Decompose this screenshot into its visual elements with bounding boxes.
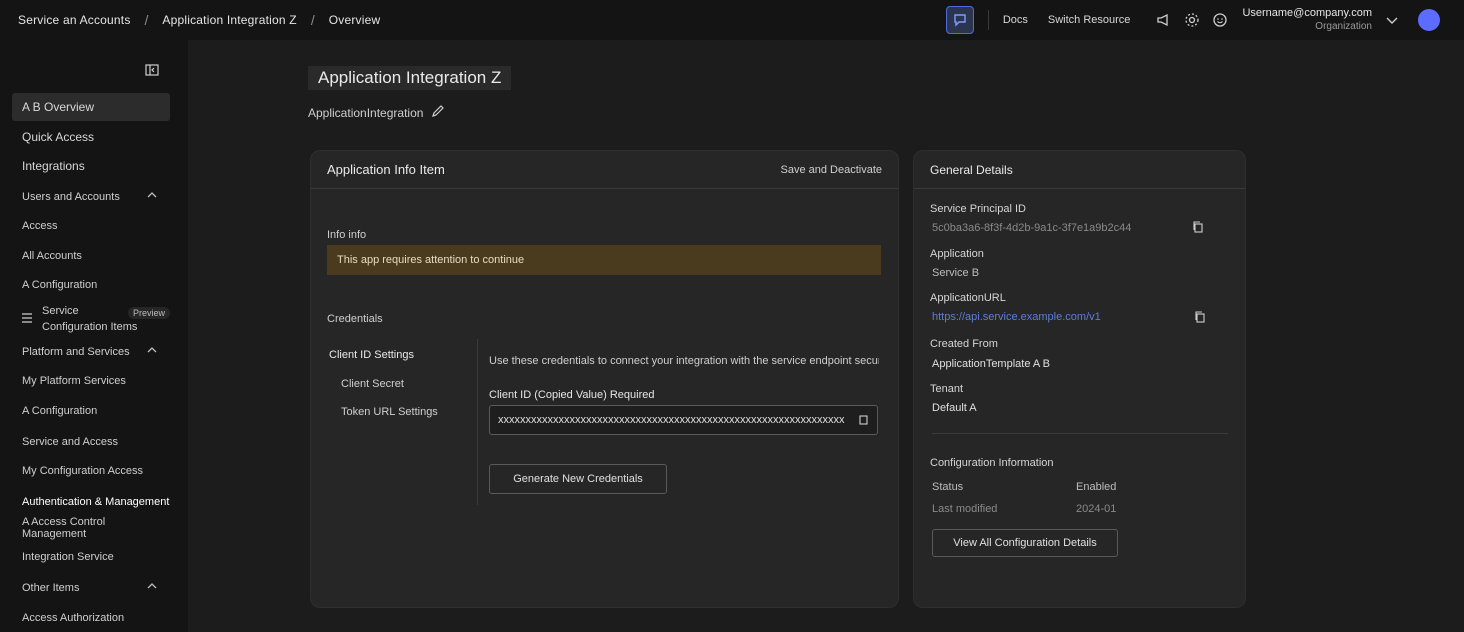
switch-resource-link[interactable]: Switch Resource (1048, 14, 1131, 26)
chevron-down-icon[interactable] (1378, 6, 1406, 34)
info-value: ApplicationTemplate A B (932, 358, 1051, 370)
view-configuration-button[interactable]: View All Configuration Details (932, 529, 1118, 557)
row-key: Status (932, 481, 964, 493)
breadcrumb-item-current: Overview (328, 13, 381, 27)
divider (932, 433, 1228, 434)
chevron-up-icon (146, 344, 158, 359)
list-icon (20, 311, 34, 328)
sidebar-item[interactable]: A Access Control Management (20, 516, 170, 540)
details-card: General Details Service Principal ID 5c0… (913, 150, 1246, 608)
chevron-up-icon (146, 580, 158, 595)
warning-banner: This app requires attention to continue (327, 245, 881, 275)
section-label: Configuration Information (930, 457, 1054, 469)
sidebar-item[interactable]: A Configuration (20, 273, 170, 297)
chevron-up-icon (146, 189, 158, 204)
label-line: Configuration Items (42, 321, 138, 333)
copy-icon[interactable] (857, 413, 869, 428)
megaphone-icon[interactable] (1150, 6, 1178, 34)
sidebar: A B Overview Quick Access Integrations U… (0, 40, 188, 632)
breadcrumb-separator: / (144, 12, 149, 28)
info-label: Application (930, 248, 984, 260)
info-label: Tenant (930, 383, 964, 395)
credentials-description: Use these credentials to connect your in… (489, 355, 879, 367)
sidebar-item[interactable]: Access Authorization (20, 606, 170, 630)
client-id-field[interactable]: xxxxxxxxxxxxxxxxxxxxxxxxxxxxxxxxxxxxxxxx… (489, 405, 878, 435)
edit-icon[interactable] (431, 104, 445, 121)
generate-credentials-button[interactable]: Generate New Credentials (489, 464, 667, 494)
sidebar-item[interactable]: Access (20, 214, 170, 238)
card-title: Application Info Item (327, 162, 445, 177)
breadcrumb-item[interactable]: Service an Accounts (18, 13, 131, 27)
sidebar-item[interactable]: Integrations (12, 152, 170, 180)
breadcrumb-separator: / (310, 12, 315, 28)
info-value: Default A (932, 402, 977, 414)
sidebar-item[interactable]: Service Configuration Items Preview (20, 302, 170, 336)
row-value: 2024-01 (1076, 503, 1117, 515)
breadcrumb: Service an Accounts / Application Integr… (18, 0, 380, 40)
status-label: Info info (327, 229, 367, 241)
divider (987, 10, 989, 30)
card-header: Application Info Item Save and Deactivat… (311, 151, 898, 189)
divider (477, 339, 478, 505)
sidebar-group-label: Users and Accounts (22, 191, 120, 203)
page-title: Application Integration Z (308, 66, 512, 90)
sidebar-group[interactable]: Platform and Services (12, 340, 170, 364)
sidebar-group[interactable]: Users and Accounts (12, 185, 170, 209)
sidebar-item[interactable]: My Configuration Access (20, 459, 170, 483)
page-subtitle: ApplicationIntegration (308, 104, 445, 121)
copy-icon[interactable] (1192, 221, 1204, 236)
info-label: Service Principal ID (930, 203, 1026, 215)
card-title: General Details (930, 162, 1013, 177)
account-name: Username@company.com (1242, 7, 1372, 19)
sidebar-group[interactable]: Other Items (12, 576, 170, 600)
chat-icon[interactable] (945, 6, 974, 34)
sidebar-item-overview[interactable]: A B Overview (12, 93, 170, 121)
collapse-sidebar-icon[interactable] (144, 62, 160, 81)
client-id-value: xxxxxxxxxxxxxxxxxxxxxxxxxxxxxxxxxxxxxxxx… (498, 414, 845, 426)
info-value: Service B (932, 267, 980, 279)
account-org: Organization (1315, 21, 1372, 32)
info-link[interactable]: https://api.service.example.com/v1 (932, 311, 1182, 323)
gear-icon[interactable] (1178, 6, 1206, 34)
sidebar-item[interactable]: My Platform Services (20, 369, 170, 393)
sidebar-item[interactable]: All Accounts (20, 244, 170, 268)
account-info[interactable]: Username@company.com Organization (1242, 7, 1372, 33)
info-label: ApplicationURL (930, 292, 1006, 304)
tab-client-id[interactable]: Client ID Settings (329, 349, 414, 361)
save-deactivate-button[interactable]: Save and Deactivate (780, 164, 882, 176)
page-subtitle-text: ApplicationIntegration (308, 105, 424, 120)
breadcrumb-item[interactable]: Application Integration Z (162, 13, 296, 27)
copy-icon[interactable] (1194, 311, 1206, 326)
sidebar-group-label: Platform and Services (22, 346, 130, 358)
top-bar-actions: Docs Switch Resource Username@company.co… (945, 0, 1464, 40)
sidebar-item[interactable]: Service and Access (20, 430, 170, 454)
avatar[interactable] (1418, 9, 1440, 31)
card-header: General Details (914, 151, 1245, 189)
section-label: Credentials (327, 313, 383, 325)
smiley-icon[interactable] (1206, 6, 1234, 34)
top-bar: Service an Accounts / Application Integr… (0, 0, 1464, 40)
sidebar-item-label: Service Configuration Items (42, 303, 137, 335)
tab-client-secret[interactable]: Client Secret (341, 378, 404, 390)
info-label: Created From (930, 338, 998, 350)
application-card: Application Info Item Save and Deactivat… (310, 150, 899, 608)
docs-link[interactable]: Docs (1003, 14, 1028, 26)
label-line: Service (42, 305, 79, 317)
sidebar-item[interactable]: Quick Access (12, 123, 170, 151)
sidebar-item[interactable]: Authentication & Management (20, 490, 170, 514)
field-label: Client ID (Copied Value) Required (489, 389, 655, 401)
info-value: 5c0ba3a6-8f3f-4d2b-9a1c-3f7e1a9b2c44 (932, 222, 1132, 234)
sidebar-group-label: Other Items (22, 582, 80, 594)
tab-token-url[interactable]: Token URL Settings (341, 406, 438, 418)
main-content: Application Integration Z ApplicationInt… (188, 40, 1464, 632)
preview-badge: Preview (127, 307, 170, 319)
sidebar-item[interactable]: A Configuration (20, 399, 170, 423)
row-value: Enabled (1076, 481, 1117, 493)
row-key: Last modified (932, 503, 998, 515)
sidebar-item[interactable]: Integration Service (20, 545, 170, 569)
